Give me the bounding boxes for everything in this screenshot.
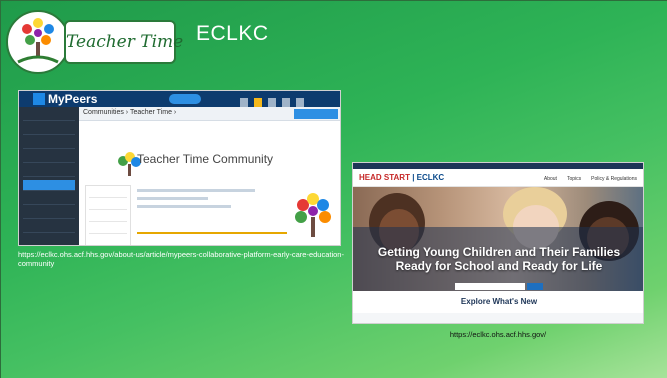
eclkc-content-band xyxy=(353,313,643,323)
compose-pill xyxy=(169,94,201,104)
brand-suffix: | ECLKC xyxy=(409,173,445,182)
slide: Teacher Time ECLKC MyPeers Communities ›… xyxy=(0,0,667,378)
brand-prefix: HEAD START xyxy=(359,173,410,182)
hero-headline: Getting Young Children and Their Familie… xyxy=(353,245,643,273)
tree-logo-icon xyxy=(6,10,70,74)
community-title: Teacher Time Community xyxy=(137,152,274,166)
hero-image: Getting Young Children and Their Familie… xyxy=(353,187,643,291)
mypeers-logo: MyPeers xyxy=(33,92,97,106)
eclkc-url-caption: https://eclkc.ohs.acf.hhs.gov/ xyxy=(449,330,547,339)
breadcrumb: Communities › Teacher Time › xyxy=(83,109,177,116)
mypeers-sidebar xyxy=(19,107,79,245)
community-tabs xyxy=(137,224,287,234)
mypeers-topbar: MyPeers xyxy=(19,91,340,107)
menu-icon xyxy=(296,98,304,107)
slide-title: ECLKC xyxy=(196,22,269,45)
mypeers-url-caption: https://eclkc.ohs.acf.hhs.gov/about-us/a… xyxy=(18,250,344,268)
search-button xyxy=(527,283,543,290)
mypeers-app-name: MyPeers xyxy=(48,92,98,106)
search-icon xyxy=(240,98,248,107)
hero-headline-line2: Ready for School and Ready for Life xyxy=(395,259,603,273)
notification-icon xyxy=(254,98,262,107)
avatar-icon xyxy=(282,98,290,107)
eclkc-navbar: HEAD START | ECLKC About Topics Policy & R… xyxy=(353,169,643,187)
mypeers-screenshot: MyPeers Communities › Teacher Time › Tea… xyxy=(18,90,341,246)
community-menu xyxy=(85,185,131,245)
mypeers-subbar: Communities › Teacher Time › xyxy=(79,107,340,121)
eclkc-screenshot: HEAD START | ECLKC About Topics Policy & R… xyxy=(352,162,644,324)
community-tools-button xyxy=(294,109,338,119)
search-input xyxy=(455,283,525,290)
colorful-tree-icon xyxy=(295,193,331,237)
nav-link-about: About xyxy=(543,176,557,182)
message-icon xyxy=(268,98,276,107)
explore-heading: Explore What's New xyxy=(460,297,538,306)
head-start-logo: HEAD START | ECLKC xyxy=(359,173,444,182)
topbar-icons xyxy=(240,94,336,107)
teacher-time-logo: Teacher Time xyxy=(6,8,183,78)
nav-link-policy: Policy & Regulations xyxy=(591,176,637,182)
eclkc-nav-links: About Topics Policy & Regulations xyxy=(534,176,637,182)
community-description xyxy=(137,189,255,213)
nav-link-topics: Topics xyxy=(566,176,582,182)
logo-wordmark: Teacher Time xyxy=(64,20,183,64)
hero-headline-line1: Getting Young Children and Their Familie… xyxy=(377,245,621,259)
